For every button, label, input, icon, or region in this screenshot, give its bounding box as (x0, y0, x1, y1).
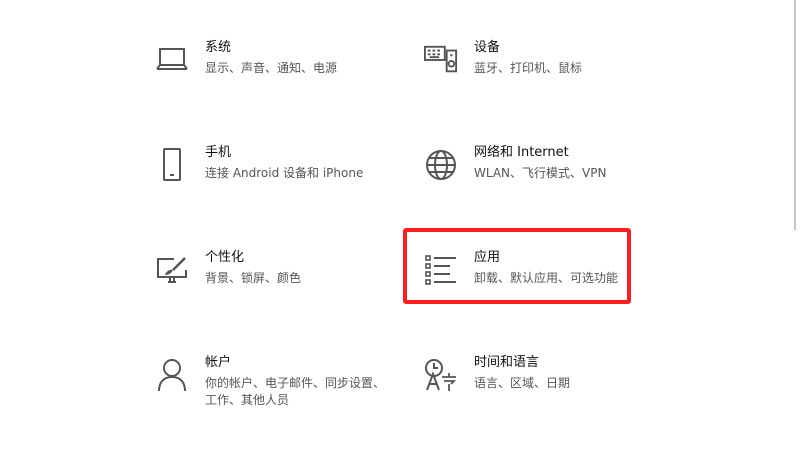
paint-brush-icon (155, 250, 189, 290)
tile-description: 你的帐户、电子邮件、同步设置、工作、其他人员 (205, 376, 386, 407)
scrollbar[interactable] (794, 0, 796, 230)
tile-description: 语言、区域、日期 (474, 376, 571, 390)
tile-title: 系统 (205, 40, 232, 55)
tile-time-language[interactable]: 时间和语言 语言、区域、日期 (424, 355, 674, 425)
tile-phone[interactable]: 手机 连接 Android 设备和 iPhone (155, 145, 405, 215)
person-icon (155, 355, 189, 395)
time-language-icon (424, 355, 458, 395)
tile-description: 卸载、默认应用、可选功能 (474, 271, 619, 285)
tile-description: 连接 Android 设备和 iPhone (205, 166, 364, 180)
globe-icon (424, 145, 458, 185)
tile-description: 背景、锁屏、颜色 (205, 271, 302, 285)
tile-title: 网络和 Internet (474, 145, 569, 160)
tile-description: WLAN、飞行模式、VPN (474, 166, 607, 180)
tile-title: 手机 (205, 145, 232, 160)
tile-personalization[interactable]: 个性化 背景、锁屏、颜色 (155, 250, 405, 320)
tile-devices[interactable]: 设备 蓝牙、打印机、鼠标 (424, 40, 674, 110)
tile-title: 个性化 (205, 250, 245, 265)
tile-title: 应用 (474, 250, 501, 265)
tile-accounts[interactable]: 帐户 你的帐户、电子邮件、同步设置、工作、其他人员 (155, 355, 405, 425)
tile-description: 蓝牙、打印机、鼠标 (474, 61, 583, 75)
tile-network[interactable]: 网络和 Internet WLAN、飞行模式、VPN (424, 145, 674, 215)
keyboard-speaker-icon (424, 40, 458, 80)
tile-title: 设备 (474, 40, 501, 55)
tile-description: 显示、声音、通知、电源 (205, 61, 338, 75)
settings-grid: 系统 显示、声音、通知、电源 设备 蓝牙、打印机、鼠标 手机 连接 Androi… (0, 0, 800, 450)
apps-list-icon (424, 250, 458, 290)
tile-apps[interactable]: 应用 卸载、默认应用、可选功能 (424, 250, 674, 320)
phone-icon (155, 145, 189, 185)
tile-system[interactable]: 系统 显示、声音、通知、电源 (155, 40, 405, 110)
tile-title: 时间和语言 (474, 355, 540, 370)
laptop-icon (155, 40, 189, 80)
tile-title: 帐户 (205, 355, 232, 370)
